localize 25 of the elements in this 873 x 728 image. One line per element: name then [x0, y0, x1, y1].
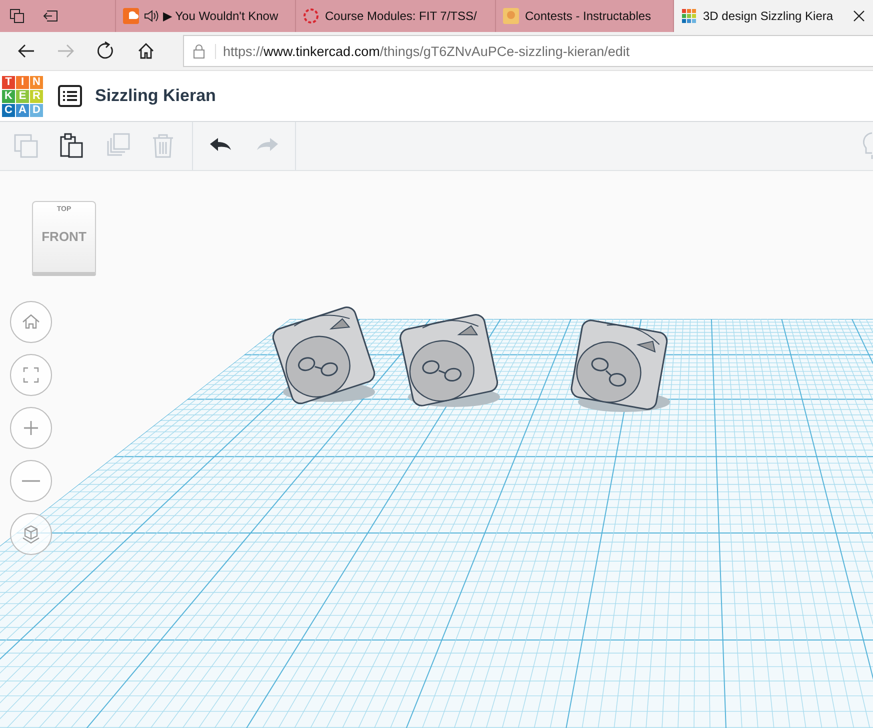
dotted-circle-icon — [303, 8, 319, 24]
tinkercad-logo[interactable]: T I N K E R C A D — [2, 76, 43, 116]
home-icon — [136, 41, 156, 61]
speaker-icon[interactable] — [143, 8, 159, 24]
address-field[interactable]: https://www.tinkercad.com/things/gT6ZNvAuPCe-sizzling-kieran/edit — [183, 35, 873, 67]
cloud-icon — [123, 8, 139, 24]
minus-icon — [22, 480, 40, 482]
die-model[interactable] — [270, 304, 378, 406]
lock-icon — [192, 43, 206, 59]
close-icon[interactable] — [852, 9, 866, 23]
die-model[interactable] — [569, 318, 670, 412]
list-icon[interactable] — [58, 85, 82, 107]
copy-icon — [12, 132, 40, 160]
browser-tab[interactable]: 3D design Sizzling Kiera — [673, 0, 873, 32]
clipboard-icon — [58, 132, 86, 160]
die-model[interactable] — [398, 312, 500, 408]
cube-front-label: FRONT — [42, 229, 86, 244]
set-aside-icon[interactable] — [43, 8, 59, 24]
refresh-icon — [96, 41, 116, 61]
site-icon — [503, 8, 519, 24]
design-title[interactable]: Sizzling Kieran — [95, 86, 216, 106]
tinkercad-logo-icon — [681, 8, 697, 24]
cube-icon — [20, 523, 42, 545]
tabs-aside-icon[interactable] — [9, 8, 25, 24]
url-text: https://www.tinkercad.com/things/gT6ZNvAuPCe-sizzling-kieran/edit — [215, 44, 630, 58]
